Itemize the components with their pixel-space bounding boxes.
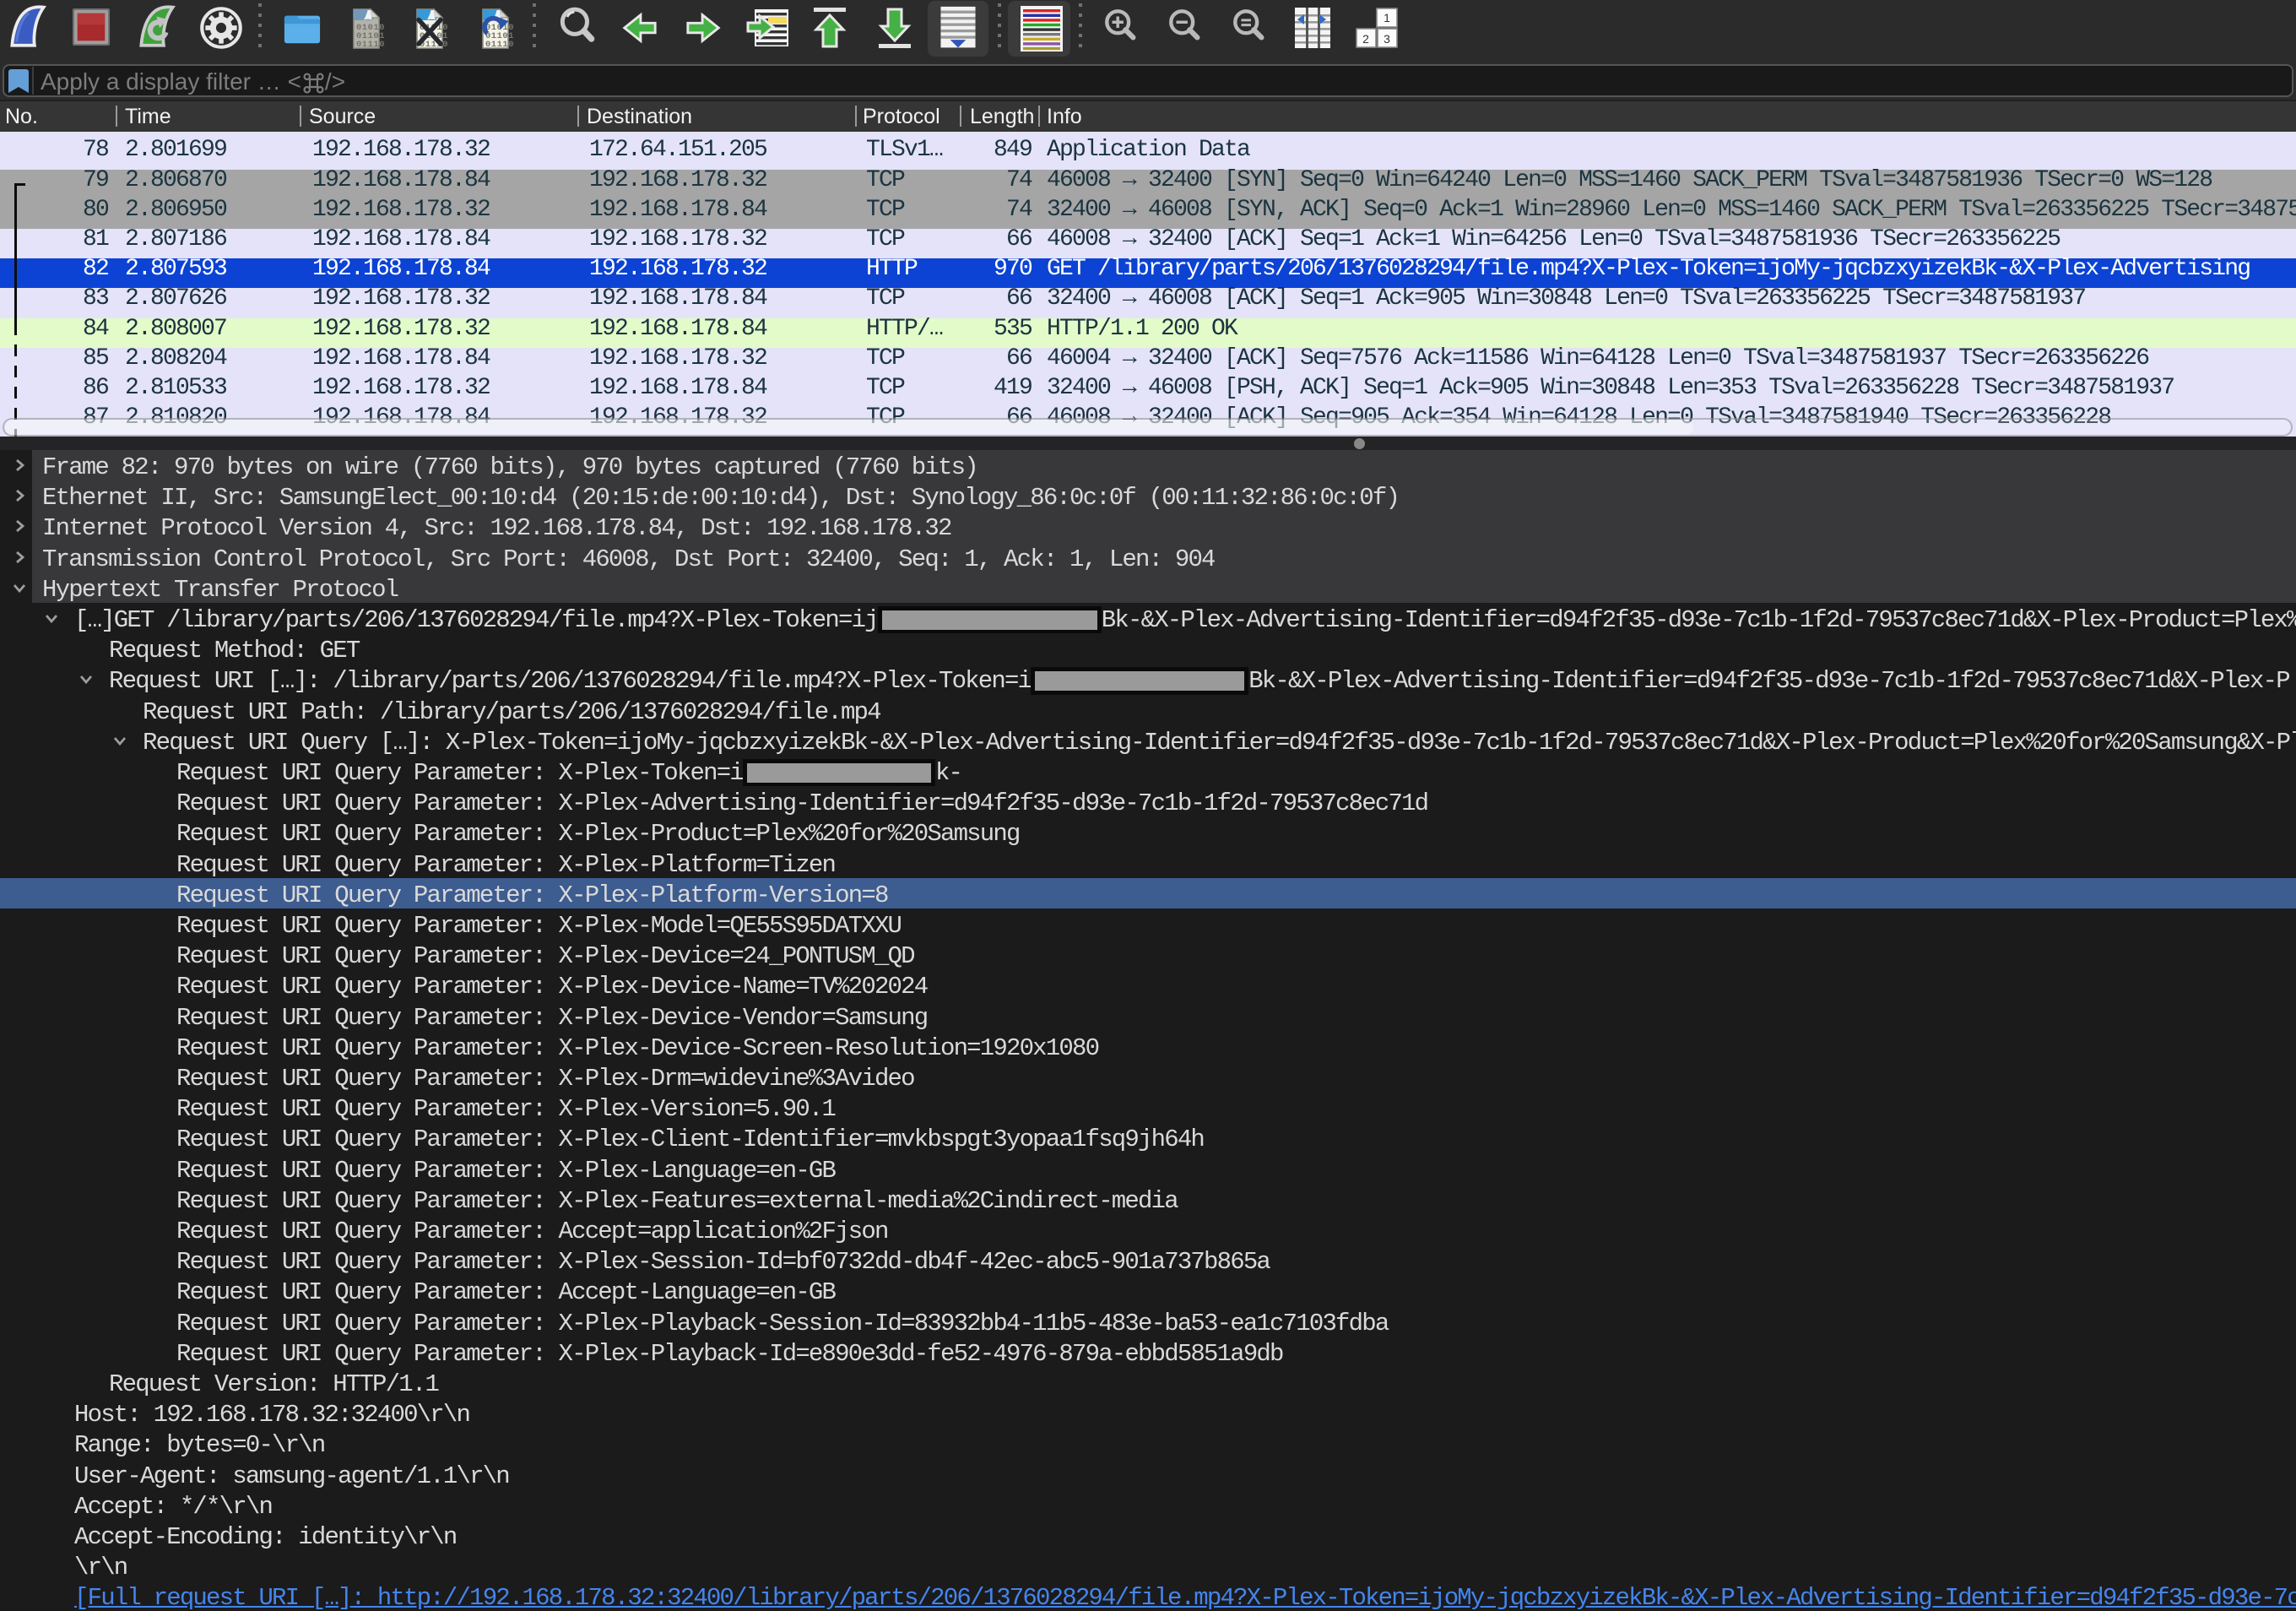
- svg-text:2: 2: [1362, 32, 1369, 46]
- svg-text:01110: 01110: [485, 40, 514, 50]
- svg-text:1: 1: [1384, 11, 1390, 24]
- svg-text:3: 3: [1384, 32, 1390, 46]
- svg-text:01110: 01110: [356, 40, 385, 50]
